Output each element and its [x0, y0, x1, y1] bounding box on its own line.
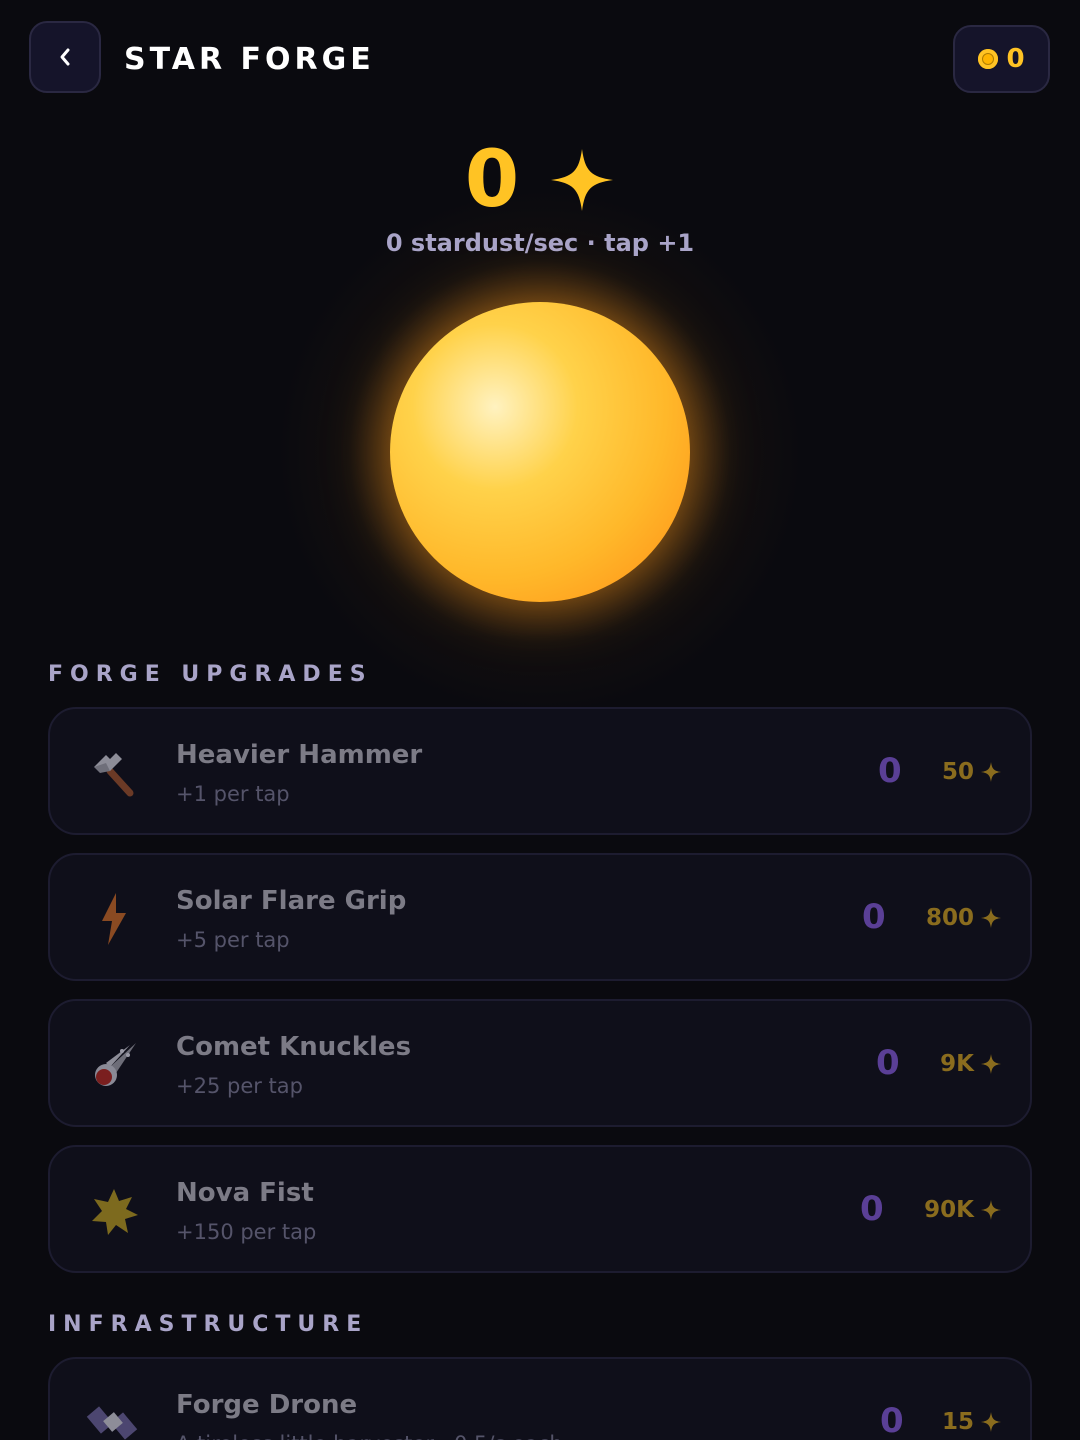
- section-title-forge-upgrades: FORGE UPGRADES: [48, 662, 373, 687]
- upgrade-name: Solar Flare Grip: [176, 886, 407, 916]
- upgrade-description: +1 per tap: [176, 782, 290, 806]
- upgrade-name: Comet Knuckles: [176, 1032, 412, 1062]
- upgrade-cost: 50: [942, 755, 1002, 789]
- coin-balance-button[interactable]: 0: [953, 25, 1050, 93]
- owned-count: 0: [880, 1401, 904, 1440]
- upgrade-name: Heavier Hammer: [176, 740, 423, 770]
- cost-value: 9K: [940, 1051, 974, 1077]
- back-button[interactable]: [29, 21, 101, 93]
- coin-icon: [978, 49, 999, 69]
- upgrade-cost: 15: [942, 1405, 1002, 1439]
- owned-count: 0: [862, 897, 886, 937]
- nova-burst-icon: [86, 1183, 142, 1239]
- sparkle-icon: [981, 1054, 1001, 1074]
- upgrade-description: +150 per tap: [176, 1220, 317, 1244]
- lightning-icon: [86, 891, 142, 947]
- upgrade-name: Nova Fist: [176, 1178, 314, 1208]
- satellite-icon: [86, 1395, 142, 1440]
- sparkle-icon: [981, 1412, 1001, 1432]
- upgrade-card-heavier-hammer[interactable]: Heavier Hammer +1 per tap 0 50: [48, 707, 1032, 835]
- cost-value: 15: [941, 1409, 974, 1435]
- upgrade-cost: 800: [926, 901, 1002, 935]
- upgrade-name: Forge Drone: [176, 1390, 358, 1420]
- comet-icon: [86, 1037, 142, 1093]
- sparkle-icon: [981, 1200, 1001, 1220]
- owned-count: 0: [878, 751, 902, 791]
- upgrade-card-forge-drone[interactable]: Forge Drone A tireless little harvester …: [48, 1357, 1032, 1440]
- stardust-counter: 0: [0, 135, 1080, 225]
- cost-value: 800: [925, 905, 974, 931]
- upgrade-description: +25 per tap: [176, 1074, 303, 1098]
- chevron-left-icon: [60, 48, 70, 66]
- upgrade-cost: 90K: [924, 1193, 1002, 1227]
- rate-text: 0 stardust/sec · tap +1: [385, 229, 695, 257]
- upgrade-cost: 9K: [940, 1047, 1002, 1081]
- owned-count: 0: [860, 1189, 884, 1229]
- sparkle-icon: [981, 762, 1001, 782]
- stardust-value: 0: [464, 135, 520, 225]
- upgrade-description: A tireless little harvester · 0.5/s each: [176, 1429, 563, 1440]
- upgrade-card-nova-fist[interactable]: Nova Fist +150 per tap 0 90K: [48, 1145, 1032, 1273]
- owned-count: 0: [876, 1043, 900, 1083]
- cost-value: 90K: [924, 1197, 974, 1223]
- sparkle-icon: [551, 149, 614, 211]
- coin-balance: 0: [1006, 44, 1025, 74]
- page-title: STAR FORGE: [124, 42, 375, 77]
- upgrade-description: +5 per tap: [176, 928, 290, 952]
- star-forge-screen: STAR FORGE 0 0 0 stardust/sec · tap +1 F…: [0, 0, 1080, 1440]
- tap-star-button[interactable]: [390, 302, 690, 602]
- section-title-infrastructure: INFRASTRUCTURE: [48, 1312, 369, 1337]
- hammer-icon: [86, 745, 142, 801]
- header-bar: STAR FORGE 0: [0, 0, 1080, 120]
- sparkle-icon: [981, 908, 1001, 928]
- upgrade-card-solar-flare-grip[interactable]: Solar Flare Grip +5 per tap 0 800: [48, 853, 1032, 981]
- cost-value: 50: [941, 759, 974, 785]
- upgrade-card-comet-knuckles[interactable]: Comet Knuckles +25 per tap 0 9K: [48, 999, 1032, 1127]
